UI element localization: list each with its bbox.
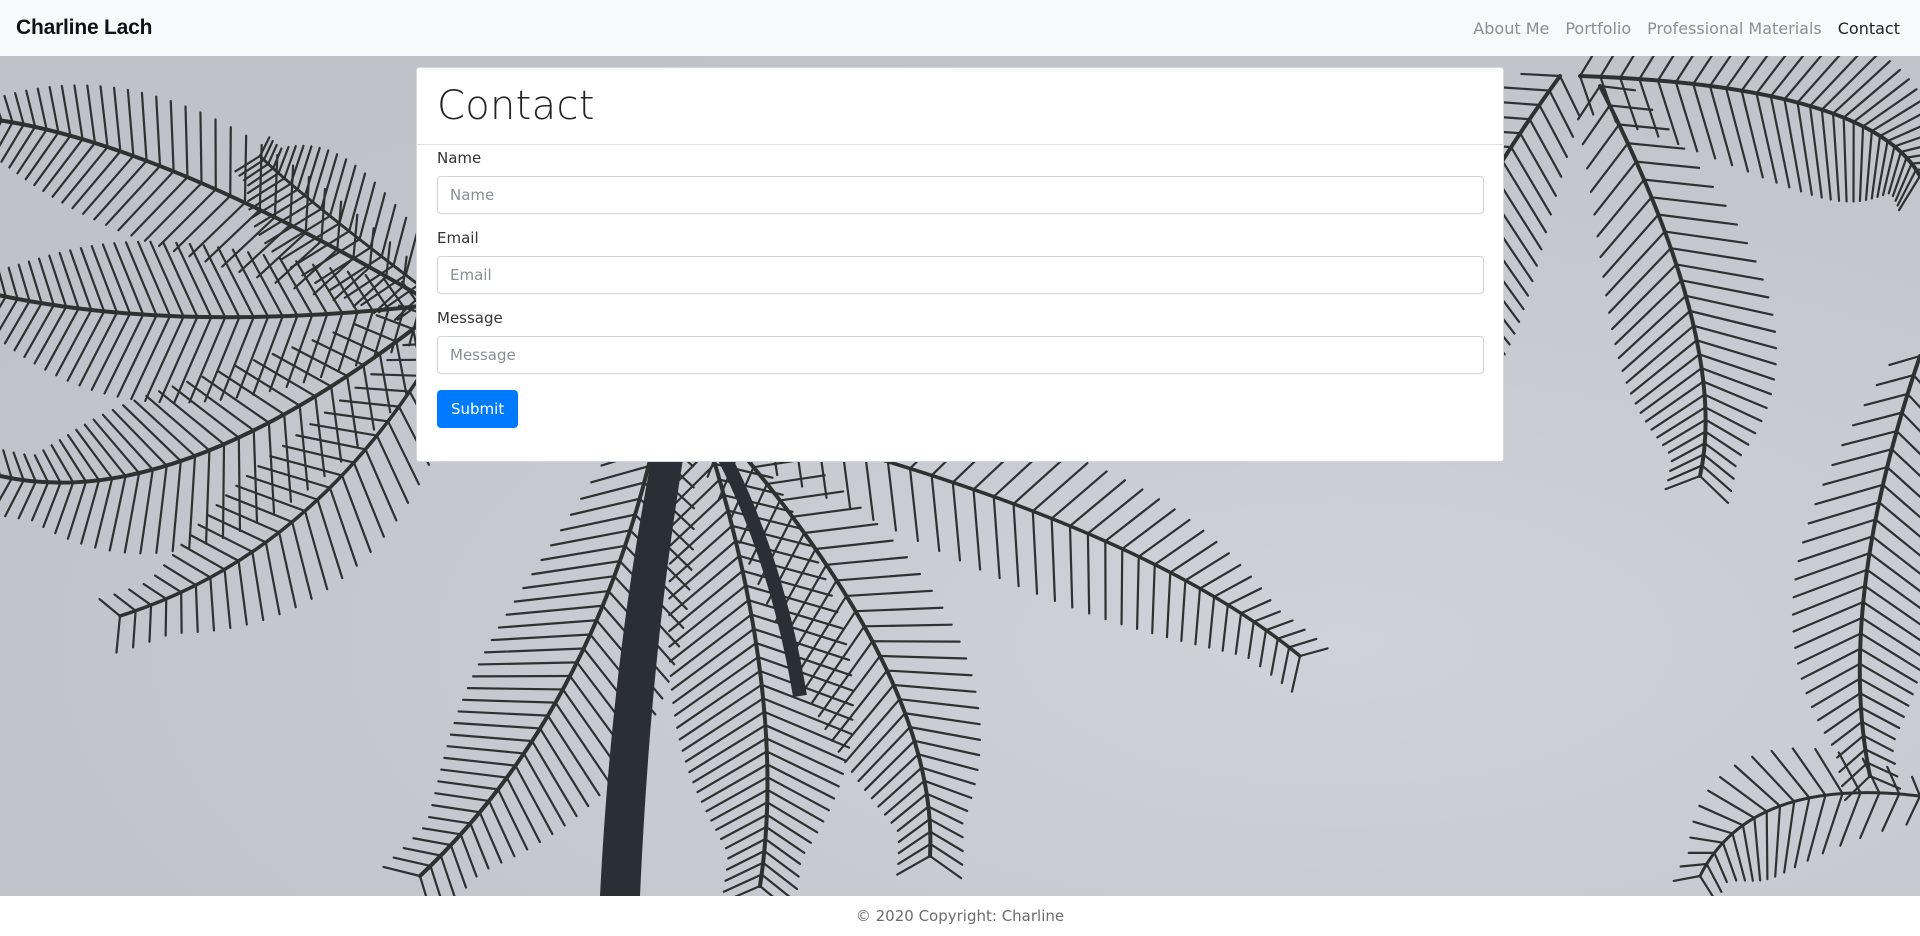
message-label: Message [437,309,503,327]
brand-logo[interactable]: Charline Lach [16,16,152,40]
footer: © 2020 Copyright: Charline [0,896,1920,936]
message-group: Message [437,309,1484,374]
nav-link-portfolio[interactable]: Portfolio [1565,19,1631,38]
nav-link-professional-materials[interactable]: Professional Materials [1647,19,1822,38]
contact-form: Name Email Message Submit [417,150,1503,428]
nav-links: About Me Portfolio Professional Material… [1473,19,1904,38]
name-group: Name [437,149,1484,214]
message-input[interactable] [437,336,1484,374]
contact-card: Contact Name Email Message Submit [416,67,1504,462]
navbar: Charline Lach About Me Portfolio Profess… [0,0,1920,56]
copyright-text: © 2020 Copyright: Charline [855,907,1065,925]
name-input[interactable] [437,176,1484,214]
card-header: Contact [417,68,1503,145]
email-group: Email [437,229,1484,294]
page-title: Contact [437,83,595,129]
nav-link-contact[interactable]: Contact [1838,19,1900,38]
email-input[interactable] [437,256,1484,294]
submit-button[interactable]: Submit [437,390,519,428]
nav-link-about-me[interactable]: About Me [1473,19,1549,38]
name-label: Name [437,149,482,167]
email-label: Email [437,229,479,247]
